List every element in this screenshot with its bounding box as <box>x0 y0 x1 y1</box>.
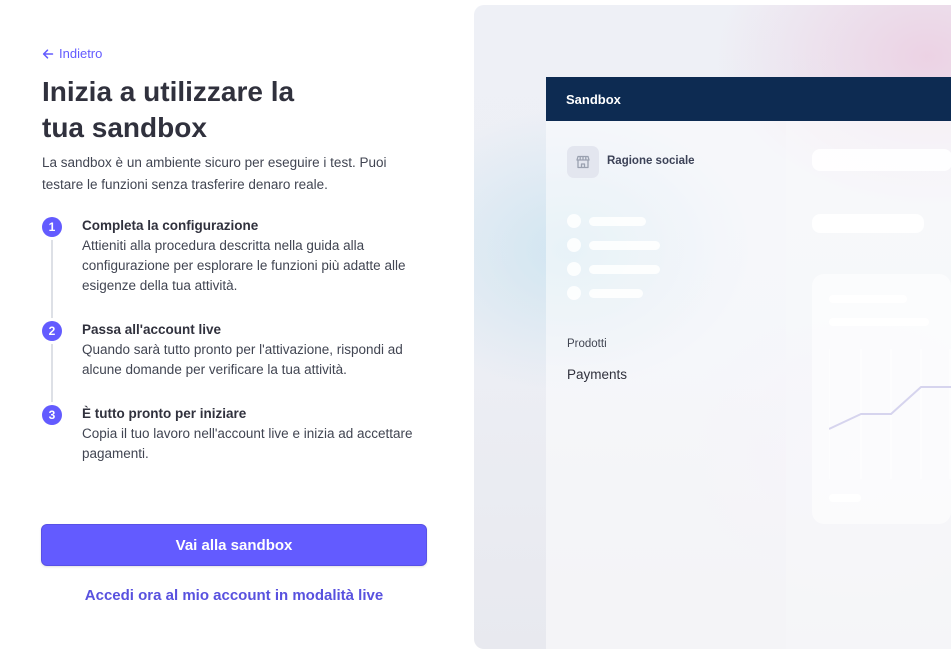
skeleton-bar <box>812 214 924 233</box>
mockup-section-label: Prodotti <box>567 338 607 350</box>
step-title: Passa all'account live <box>82 322 222 337</box>
page-title: Inizia a utilizzare la tua sandbox <box>42 76 295 143</box>
mockup-header-title: Sandbox <box>566 91 621 107</box>
mockup-nav-item-payments: Payments <box>567 367 628 382</box>
mockup-chart-card <box>812 274 951 524</box>
step-description: Copia il tuo lavoro nell'account live e … <box>82 426 413 461</box>
step-number-badge: 3 <box>42 405 62 425</box>
skeleton-bar <box>829 318 929 326</box>
go-to-sandbox-button[interactable]: Vai alla sandbox <box>41 524 427 566</box>
mockup-line-chart <box>829 349 951 479</box>
skeleton-bar <box>589 265 660 274</box>
step-number-badge: 2 <box>42 321 62 341</box>
sandbox-preview-illustration: Sandbox Ragione sociale Prodotti Payment… <box>474 5 951 649</box>
step-description: Quando sarà tutto pronto per l'attivazio… <box>82 342 403 377</box>
skeleton-dot <box>567 262 581 276</box>
back-link-label: Indietro <box>59 46 103 61</box>
skeleton-bar <box>829 494 861 502</box>
step-title: Completa la configurazione <box>82 218 259 233</box>
skeleton-dot <box>567 238 581 252</box>
step-number-badge: 1 <box>42 217 62 237</box>
step-1: 1 Completa la configurazione Attieniti a… <box>42 216 442 320</box>
step-3: 3 È tutto pronto per iniziare Copia il t… <box>42 404 442 464</box>
dashboard-mockup: Sandbox Ragione sociale Prodotti Payment… <box>546 77 951 649</box>
step-2: 2 Passa all'account live Quando sarà tut… <box>42 320 442 404</box>
skeleton-bar <box>589 217 646 226</box>
storefront-icon <box>567 146 599 178</box>
back-link[interactable]: Indietro <box>42 46 102 61</box>
skeleton-dot <box>567 286 581 300</box>
skeleton-bar <box>589 289 643 298</box>
mockup-sidebar <box>546 121 786 649</box>
skeleton-bar <box>812 149 951 171</box>
mockup-header: Sandbox <box>546 77 951 121</box>
step-description: Attieniti alla procedura descritta nella… <box>82 238 406 293</box>
live-account-link[interactable]: Accedi ora al mio account in modalità li… <box>41 587 427 604</box>
skeleton-bar <box>589 241 660 250</box>
page-subtitle: La sandbox è un ambiente sicuro per eseg… <box>42 155 387 192</box>
skeleton-bar <box>829 295 907 303</box>
skeleton-dot <box>567 214 581 228</box>
steps-list: 1 Completa la configurazione Attieniti a… <box>42 216 442 464</box>
arrow-left-icon <box>42 48 54 59</box>
step-title: È tutto pronto per iniziare <box>82 406 247 421</box>
mockup-business-name: Ragione sociale <box>607 155 695 167</box>
